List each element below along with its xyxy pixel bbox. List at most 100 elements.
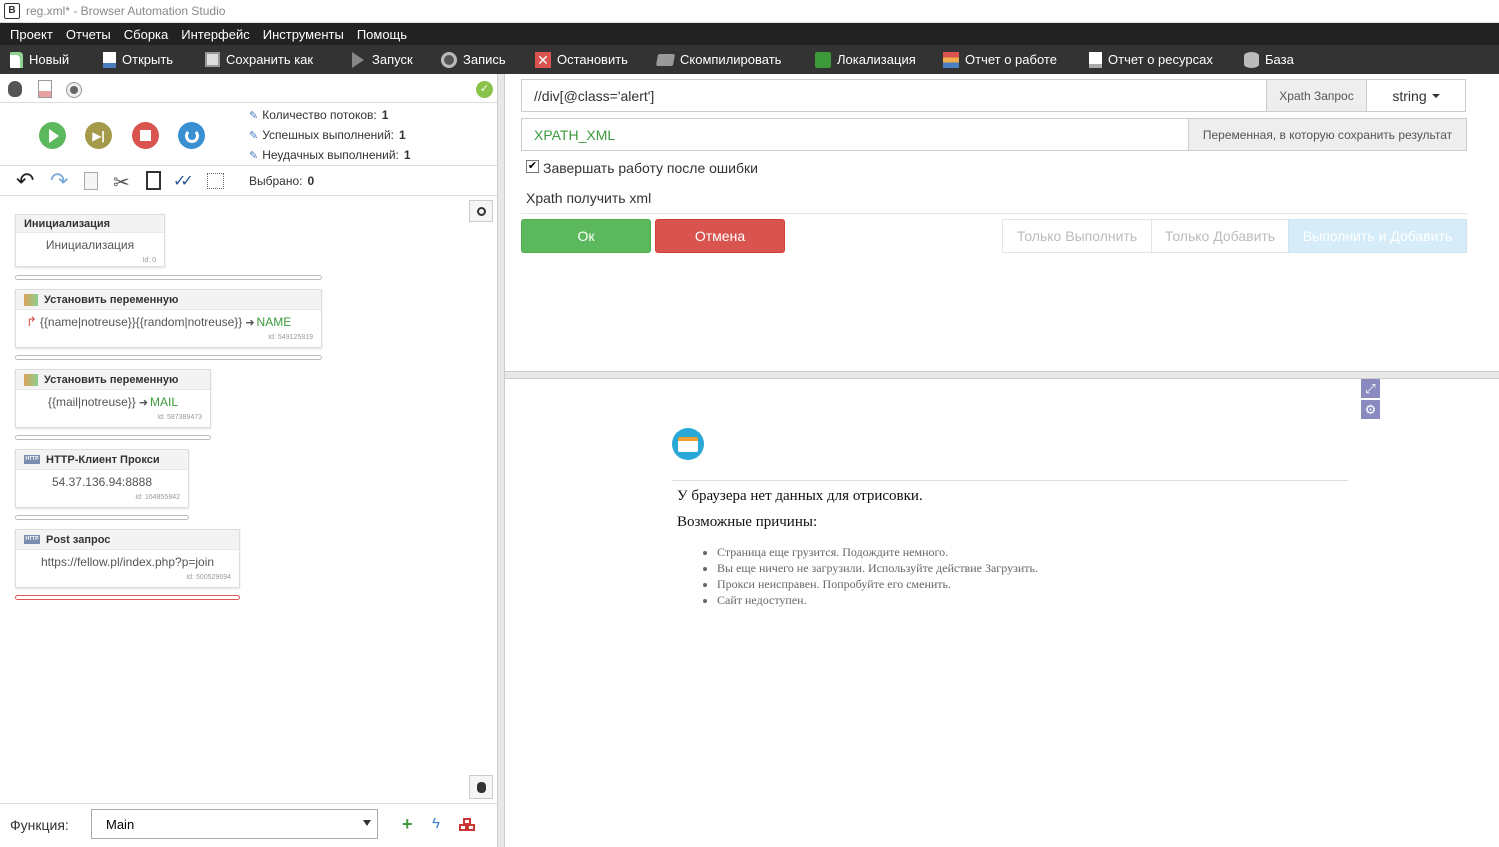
action-block-http-proxy[interactable]: HTTP HTTP-Клиент Прокси 54.37.136.94:888… bbox=[15, 449, 189, 508]
menu-help[interactable]: Помощь bbox=[357, 27, 407, 42]
stop-script-button[interactable] bbox=[132, 122, 159, 149]
divider bbox=[0, 803, 497, 804]
check-all-icon[interactable]: ✓✓ bbox=[173, 171, 194, 191]
save-icon bbox=[205, 52, 220, 67]
menu-reports[interactable]: Отчеты bbox=[66, 27, 111, 42]
search-icon bbox=[476, 206, 486, 216]
play-icon bbox=[352, 51, 364, 68]
record-small-icon[interactable] bbox=[66, 82, 82, 98]
menu-build[interactable]: Сборка bbox=[124, 27, 169, 42]
menu-project[interactable]: Проект bbox=[10, 27, 53, 42]
menu-tools[interactable]: Инструменты bbox=[263, 27, 344, 42]
set-variable-icon bbox=[24, 293, 38, 306]
paste-icon[interactable] bbox=[146, 171, 161, 190]
action-block-post-request[interactable]: HTTP Post запрос https://fellow.pl/index… bbox=[15, 529, 240, 588]
new-file-icon bbox=[10, 51, 23, 68]
block-title: HTTP-Клиент Прокси bbox=[46, 453, 160, 466]
run-and-add-button[interactable]: Выполнить и Добавить bbox=[1288, 219, 1467, 253]
settings-gear-icon[interactable]: ⚙ bbox=[1361, 400, 1380, 419]
only-add-button[interactable]: Только Добавить bbox=[1151, 219, 1289, 253]
reason-item: Страница еще грузится. Подождите немного… bbox=[717, 544, 1038, 560]
play-button[interactable] bbox=[39, 122, 66, 149]
fail-stat: ✎ Неудачных выполнений: 1 bbox=[249, 148, 411, 162]
function-select[interactable]: Main bbox=[91, 809, 378, 839]
block-separator[interactable] bbox=[15, 435, 211, 440]
arrow-circle-icon: ➜ bbox=[245, 316, 255, 329]
pencil-icon: ✎ bbox=[249, 129, 259, 142]
log-file-icon[interactable] bbox=[38, 80, 52, 98]
xpath-input[interactable]: //div[@class='alert'] bbox=[521, 79, 1267, 112]
divider bbox=[0, 195, 497, 196]
main-toolbar: Новый Открыть Сохранить как Запуск Запис… bbox=[0, 45, 1499, 74]
record-button[interactable]: Запись bbox=[441, 45, 506, 74]
debug-button[interactable] bbox=[469, 775, 493, 799]
block-separator[interactable] bbox=[15, 515, 189, 520]
database-button[interactable]: База bbox=[1244, 45, 1294, 74]
work-report-button[interactable]: Отчет о работе bbox=[943, 45, 1057, 74]
only-run-button[interactable]: Только Выполнить bbox=[1002, 219, 1152, 253]
block-body: https://fellow.pl/index.php?p=join bbox=[40, 555, 215, 569]
cut-icon[interactable]: ✂ bbox=[113, 170, 130, 195]
stop-on-error-checkbox[interactable]: ✔ bbox=[526, 160, 539, 173]
no-data-message: У браузера нет данных для отрисовки. bbox=[677, 488, 923, 504]
run-button[interactable]: Запуск bbox=[352, 45, 413, 74]
search-button[interactable] bbox=[469, 200, 493, 222]
block-separator[interactable] bbox=[15, 355, 322, 360]
block-id: Id: 549125819 bbox=[268, 334, 313, 341]
expand-icon[interactable]: ⤢ bbox=[1361, 379, 1380, 398]
reasons-list: Страница еще грузится. Подождите немного… bbox=[717, 544, 1038, 608]
block-header: Установить переменную bbox=[16, 370, 210, 390]
block-separator[interactable] bbox=[15, 275, 322, 280]
save-as-button[interactable]: Сохранить как bbox=[205, 45, 313, 74]
action-block-init[interactable]: Инициализация Инициализация Id: 0 bbox=[15, 214, 165, 267]
window-titlebar: B reg.xml* - Browser Automation Studio bbox=[0, 0, 1499, 23]
undo-icon[interactable]: ↶ bbox=[16, 170, 34, 192]
restart-button[interactable] bbox=[178, 122, 205, 149]
vertical-splitter[interactable] bbox=[497, 74, 505, 847]
type-dropdown[interactable]: string bbox=[1366, 79, 1466, 112]
threads-stat: ✎ Количество потоков: 1 bbox=[249, 108, 389, 122]
add-function-icon[interactable]: + bbox=[402, 814, 413, 835]
lightning-icon[interactable]: ϟ bbox=[432, 815, 440, 832]
block-variable: MAIL bbox=[150, 395, 179, 409]
block-id: Id: 500529694 bbox=[186, 574, 231, 581]
divider bbox=[0, 102, 497, 103]
select-area-icon[interactable] bbox=[207, 173, 224, 189]
horizontal-splitter[interactable] bbox=[505, 371, 1499, 379]
redo-icon[interactable]: ↷ bbox=[50, 170, 68, 192]
action-title: Xpath получить xml bbox=[526, 190, 652, 206]
stop-button[interactable]: ✕ Остановить bbox=[535, 45, 628, 74]
block-header: Установить переменную bbox=[16, 290, 321, 310]
pencil-icon: ✎ bbox=[249, 149, 259, 162]
localization-button[interactable]: Локализация bbox=[815, 45, 916, 74]
modules-icon[interactable] bbox=[459, 818, 476, 832]
bug-icon bbox=[476, 781, 486, 793]
ok-button[interactable]: Ок bbox=[521, 219, 651, 253]
resource-report-button[interactable]: Отчет о ресурсах bbox=[1089, 45, 1213, 74]
arrow-circle-icon: ➜ bbox=[138, 396, 149, 409]
action-panel: //div[@class='alert'] Xpath Запрос strin… bbox=[505, 74, 1499, 847]
block-value: {{name|notreuse}}{{random|notreuse}} bbox=[39, 315, 243, 329]
step-button[interactable]: ▶| bbox=[85, 122, 112, 149]
action-block-set-var-name[interactable]: Установить переменную ↱ {{name|notreuse}… bbox=[15, 289, 322, 348]
open-button[interactable]: Открыть bbox=[103, 45, 173, 74]
divider bbox=[0, 165, 497, 166]
divider bbox=[521, 213, 1467, 214]
block-id: Id: 587389473 bbox=[157, 414, 202, 421]
block-value: {{mail|notreuse}} bbox=[47, 395, 136, 409]
result-variable-input[interactable]: XPATH_XML bbox=[521, 118, 1189, 151]
caret-down-icon bbox=[1431, 93, 1440, 98]
copy-icon[interactable] bbox=[84, 172, 98, 190]
block-separator-insert[interactable] bbox=[15, 595, 240, 600]
stop-x-icon: ✕ bbox=[535, 51, 551, 68]
new-button[interactable]: Новый bbox=[10, 45, 69, 74]
action-block-set-var-mail[interactable]: Установить переменную {{mail|notreuse}} … bbox=[15, 369, 211, 428]
bug-icon[interactable] bbox=[6, 81, 24, 99]
dropdown-arrow-icon bbox=[363, 820, 371, 826]
block-id: Id: 0 bbox=[142, 257, 156, 264]
compile-box-icon bbox=[655, 53, 676, 66]
redirect-arrow-icon: ↱ bbox=[26, 314, 37, 329]
compile-button[interactable]: Скомпилировать bbox=[655, 45, 781, 74]
menu-interface[interactable]: Интерфейс bbox=[181, 27, 249, 42]
cancel-button[interactable]: Отмена bbox=[655, 219, 785, 253]
